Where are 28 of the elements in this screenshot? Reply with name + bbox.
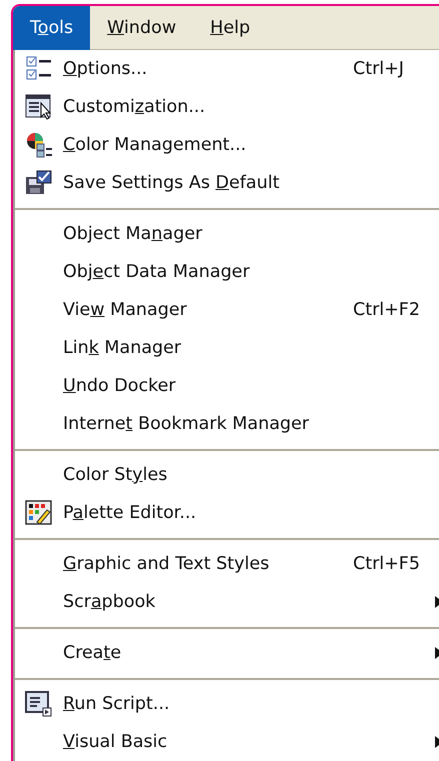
shortcut-text: Ctrl+J: [353, 58, 405, 81]
menu-item[interactable]: Run Script...: [63, 690, 353, 718]
menu-item[interactable]: Object Data Manager: [63, 258, 353, 286]
menu-item[interactable]: Undo Docker: [63, 372, 353, 400]
palette-grid-icon: [25, 499, 53, 527]
menu-item[interactable]: Internet Bookmark Manager: [63, 410, 353, 438]
menu-item[interactable]: Graphic and Text Styles: [63, 550, 353, 578]
menu-item[interactable]: Customization...: [63, 94, 353, 120]
menu-item[interactable]: Link Manager: [63, 334, 353, 362]
window-cursor-icon: [25, 93, 53, 121]
menu-item[interactable]: Options...: [63, 56, 353, 82]
shortcut-text: Ctrl+F5: [353, 552, 422, 576]
menu-item[interactable]: Scrapbook: [63, 588, 353, 616]
shortcut-text: Ctrl+F2: [353, 298, 422, 322]
menu-item[interactable]: Palette Editor...: [63, 500, 353, 526]
menu-item[interactable]: Create: [63, 640, 353, 666]
menu-item[interactable]: Color Styles: [63, 462, 353, 488]
menu-item[interactable]: Color Management...: [63, 132, 353, 158]
menu-title[interactable]: Tools: [13, 6, 90, 50]
menu-item[interactable]: Save Settings As Default: [63, 170, 353, 196]
script-document-icon: [25, 690, 53, 718]
color-wheel-icon: [25, 131, 53, 159]
menu-item[interactable]: View Manager: [63, 296, 353, 324]
floppy-check-icon: [25, 169, 53, 197]
menu-item[interactable]: Visual Basic: [63, 728, 353, 756]
menu-title[interactable]: Help: [193, 6, 268, 50]
menu-item[interactable]: Object Manager: [63, 220, 353, 248]
menu-title[interactable]: Window: [90, 6, 194, 50]
